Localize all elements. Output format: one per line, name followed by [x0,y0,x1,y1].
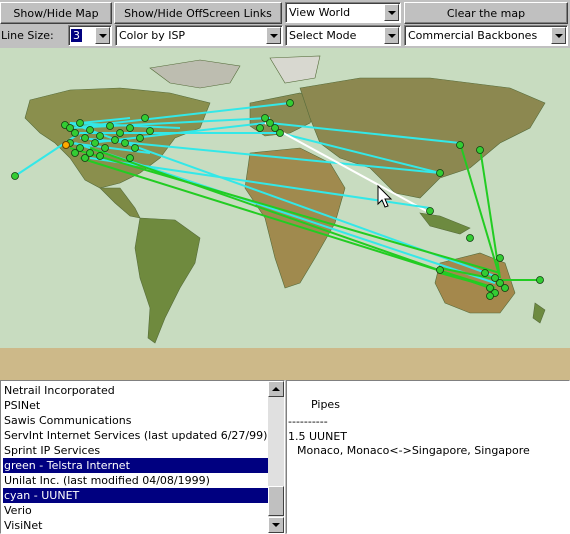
line-size-value: 3 [71,29,82,42]
router-node[interactable] [536,276,544,284]
router-node[interactable] [496,254,504,262]
isp-list-item[interactable]: VisiNet [3,518,268,533]
chevron-down-icon[interactable] [95,27,110,44]
router-node[interactable] [106,122,114,130]
chevron-down-icon[interactable] [384,27,399,44]
router-node[interactable] [71,149,79,157]
isp-list-item[interactable]: green - Telstra Internet [3,458,268,473]
mode-select[interactable]: Select Mode [285,25,401,46]
show-hide-map-button[interactable]: Show/Hide Map [0,2,112,24]
isp-listbox[interactable]: Netrail Incorporated PSINet Sawis Communic… [0,380,285,534]
show-hide-offscreen-links-button[interactable]: Show/Hide OffScreen Links [114,2,282,24]
router-node[interactable] [126,154,134,162]
color-by-select[interactable]: Color by ISP [115,25,283,46]
isp-list-item[interactable]: Unilat Inc. (last modified 04/08/1999) [3,473,268,488]
router-node[interactable] [81,134,89,142]
router-node[interactable] [96,132,104,140]
pipe-info-panel: Pipes ---------- 1.5 UUNET Monaco, Monac… [286,380,570,534]
router-node[interactable] [91,139,99,147]
pipes-divider: ---------- [288,415,328,428]
router-node[interactable] [131,144,139,152]
scroll-down-arrow-icon[interactable] [268,517,284,533]
router-node[interactable] [476,146,484,154]
router-node[interactable] [121,139,129,147]
isp-list-item[interactable]: Sprint IP Services [3,443,268,458]
router-node[interactable] [126,124,134,132]
router-node[interactable] [436,266,444,274]
router-node[interactable] [146,127,154,135]
pipes-heading: Pipes [311,398,340,411]
line-size-label: Line Size: [1,29,54,42]
isp-list-scrollbar[interactable] [268,381,284,533]
antarctica [0,348,570,380]
isp-list-item[interactable]: Verio [3,503,268,518]
isp-list-item[interactable]: Netrail Incorporated [3,383,268,398]
chevron-down-icon[interactable] [384,4,399,21]
router-node[interactable] [426,207,434,215]
router-node[interactable] [286,99,294,107]
backbones-value: Commercial Backbones [408,29,538,42]
pipe-route: Monaco, Monaco<->Singapore, Singapore [297,444,530,457]
chevron-down-icon[interactable] [551,27,566,44]
router-node[interactable] [501,284,509,292]
router-node[interactable] [436,169,444,177]
scroll-thumb[interactable] [268,486,284,516]
router-node[interactable] [116,129,124,137]
router-node[interactable] [256,124,264,132]
highlighted-router-node[interactable] [62,141,70,149]
router-node[interactable] [111,136,119,144]
router-node[interactable] [101,144,109,152]
router-node[interactable] [11,172,19,180]
scroll-up-arrow-icon[interactable] [268,381,284,397]
backbones-select[interactable]: Commercial Backbones [404,25,568,46]
isp-list-item[interactable]: PSINet [3,398,268,413]
mode-value: Select Mode [289,29,357,42]
clear-map-button[interactable]: Clear the map [404,2,568,24]
router-node[interactable] [96,152,104,160]
router-node[interactable] [76,119,84,127]
line-size-select[interactable]: 3 [68,25,112,46]
router-node[interactable] [486,292,494,300]
view-select-value: View World [289,6,351,19]
isp-list-item[interactable]: Sawis Communications [3,413,268,428]
router-node[interactable] [86,126,94,134]
isp-list-item[interactable]: ServInt Internet Services (last updated … [3,428,268,443]
chevron-down-icon[interactable] [266,27,281,44]
router-node[interactable] [71,129,79,137]
view-select[interactable]: View World [285,2,401,23]
world-map[interactable] [0,48,570,380]
color-by-value: Color by ISP [119,29,186,42]
router-node[interactable] [466,234,474,242]
isp-list-item[interactable]: cyan - UUNET [3,488,268,503]
router-node[interactable] [81,154,89,162]
router-node[interactable] [481,269,489,277]
router-node[interactable] [141,114,149,122]
router-node[interactable] [276,129,284,137]
router-node[interactable] [136,134,144,142]
router-node[interactable] [456,141,464,149]
pipe-entry: 1.5 UUNET [288,430,347,443]
